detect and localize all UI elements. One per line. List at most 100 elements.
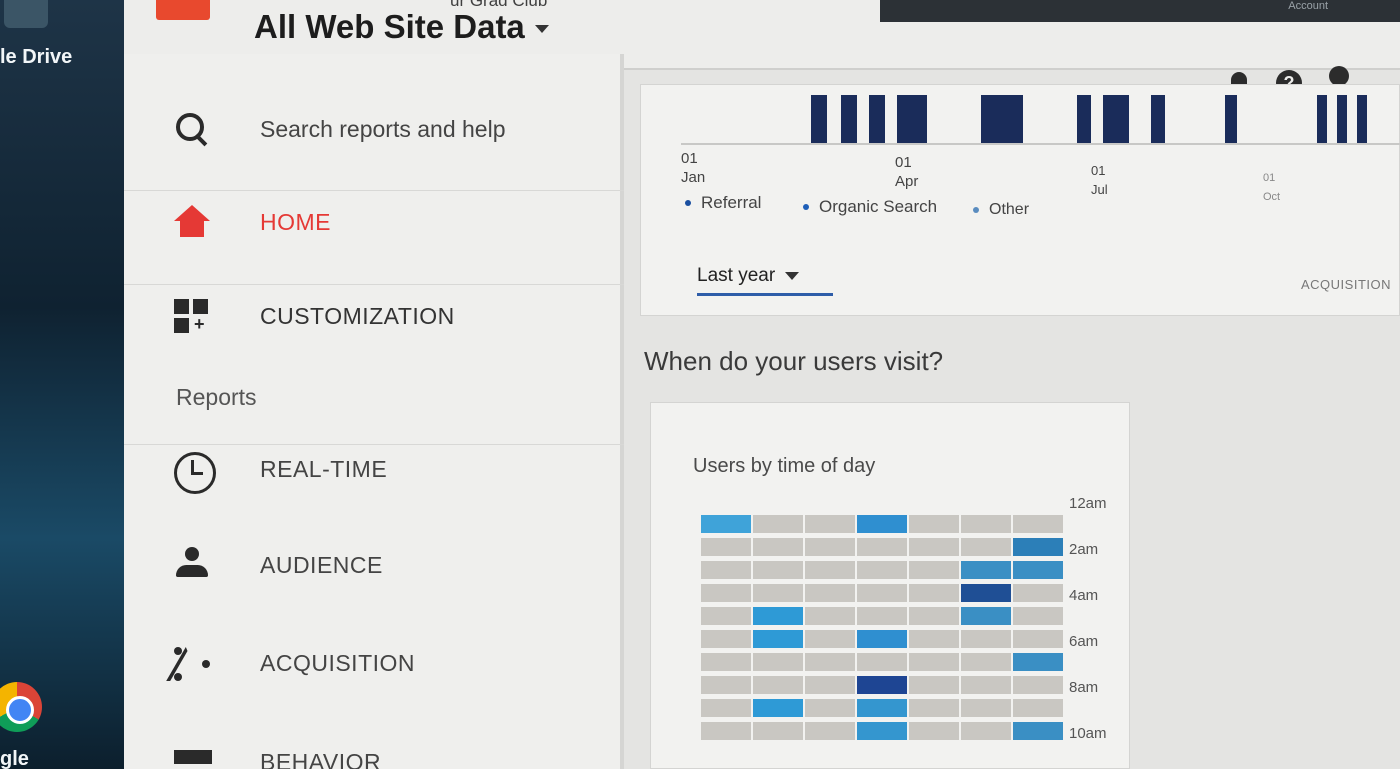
heatmap-cell	[753, 515, 803, 533]
x-tick-month: Jul	[1091, 182, 1108, 197]
acquisition-icon	[172, 643, 212, 683]
timeline-bar	[981, 95, 1023, 143]
heatmap-cell	[1013, 699, 1063, 717]
heatmap-cell	[857, 722, 907, 740]
chrome-icon[interactable]	[0, 682, 42, 732]
hour-label: 8am	[1069, 679, 1099, 696]
heatmap-cell	[805, 607, 855, 625]
heatmap-cell	[753, 630, 803, 648]
heatmap-cell	[909, 515, 959, 533]
sidebar-item-customization[interactable]: + CUSTOMIZATION	[124, 284, 624, 348]
sidebar-item-acquisition[interactable]: ACQUISITION	[124, 638, 624, 688]
x-tick-jul: 01 Jul	[1091, 161, 1108, 199]
heatmap-cell	[1013, 538, 1063, 556]
heatmap-cell	[961, 630, 1011, 648]
heatmap-cell	[857, 676, 907, 694]
legend-other: Other	[973, 201, 1029, 219]
timeline-bar	[1357, 95, 1367, 143]
heatmap-cell	[857, 630, 907, 648]
sidebar: Search reports and help HOME + CUSTOMIZA…	[124, 54, 624, 769]
heatmap-cell	[701, 607, 751, 625]
account-link[interactable]: Account	[1288, 0, 1328, 12]
heatmap-cell	[1013, 676, 1063, 694]
heatmap-cell	[857, 699, 907, 717]
timeline-bar	[1151, 95, 1165, 143]
acquisition-timeline-card: 01 Jan 01 Apr 01 Jul 01 Oct Referral Org	[640, 84, 1400, 316]
sidebar-item-label: CUSTOMIZATION	[260, 303, 455, 329]
heatmap-cell	[1013, 515, 1063, 533]
heatmap-cell	[857, 561, 907, 579]
heatmap-cell	[1013, 630, 1063, 648]
sidebar-item-realtime[interactable]: REAL-TIME	[124, 444, 624, 494]
heatmap-cell	[1013, 722, 1063, 740]
legend-label: Organic Search	[819, 197, 938, 216]
timeline-bar	[869, 95, 885, 143]
heatmap-cell	[701, 722, 751, 740]
heatmap-cell	[909, 538, 959, 556]
heatmap-cell	[1013, 561, 1063, 579]
chevron-down-icon	[534, 25, 549, 34]
heatmap-cell	[805, 515, 855, 533]
search-reports[interactable]: Search reports and help	[124, 94, 624, 164]
property-selector[interactable]: All Web Site Data	[254, 8, 549, 46]
legend-dot	[973, 207, 979, 213]
x-tick-day: 01	[1091, 163, 1106, 178]
sidebar-item-audience[interactable]: AUDIENCE	[124, 540, 624, 590]
sidebar-item-label: ACQUISITION	[260, 649, 416, 676]
analytics-logo[interactable]	[156, 0, 210, 20]
legend-dot	[803, 204, 809, 210]
date-range-dropdown[interactable]: Last year	[697, 265, 833, 296]
heatmap-cell	[909, 699, 959, 717]
search-input[interactable]: Search reports and help	[260, 116, 506, 143]
heatmap-cell	[805, 630, 855, 648]
heatmap-cell	[701, 699, 751, 717]
heatmap-cell	[805, 584, 855, 602]
heatmap-cell	[961, 538, 1011, 556]
timeline-bar	[811, 95, 827, 143]
legend-label: Other	[989, 201, 1030, 218]
hour-label: 4am	[1069, 587, 1099, 604]
desktop-google-label[interactable]: gle	[0, 748, 29, 769]
person-icon	[172, 545, 212, 585]
sidebar-item-home[interactable]: HOME	[124, 190, 624, 254]
legend-label: Referral	[701, 193, 762, 212]
x-tick-apr: 01 Apr	[895, 153, 918, 191]
property-title: All Web Site Data	[254, 8, 525, 45]
heatmap-cell	[857, 653, 907, 671]
timeline-axis	[681, 143, 1400, 145]
desktop-shortcut-icon[interactable]	[4, 0, 48, 28]
desktop-drive-label[interactable]: le Drive	[0, 46, 72, 69]
home-icon	[172, 203, 212, 243]
heatmap-cell	[909, 630, 959, 648]
x-tick-month: Oct	[1263, 191, 1281, 203]
heatmap-cell	[701, 515, 751, 533]
heatmap-cell	[701, 630, 751, 648]
heatmap-cell	[701, 676, 751, 694]
heatmap-cell	[753, 561, 803, 579]
timeline-bar	[1225, 95, 1237, 143]
heatmap-cell	[961, 653, 1011, 671]
heatmap-cell	[961, 584, 1011, 602]
heatmap-cell	[701, 538, 751, 556]
heatmap-cell	[961, 607, 1011, 625]
heatmap-cell	[805, 561, 855, 579]
search-icon	[172, 109, 212, 149]
heatmap-cell	[1013, 653, 1063, 671]
heatmap-cell	[805, 699, 855, 717]
heatmap-cell	[857, 584, 907, 602]
behavior-icon	[172, 750, 212, 769]
heatmap-cell	[857, 515, 907, 533]
sidebar-item-behavior[interactable]: BEHAVIOR	[124, 742, 624, 769]
heatmap-cell	[961, 561, 1011, 579]
sidebar-item-label: BEHAVIOR	[260, 748, 382, 769]
acquisition-report-link[interactable]: ACQUISITION	[1301, 277, 1391, 292]
timeline-bar	[1077, 95, 1091, 143]
analytics-window: Account ur Grad Club All Web Site Data ?…	[124, 0, 1400, 769]
main-content: 01 Jan 01 Apr 01 Jul 01 Oct Referral Org	[624, 72, 1400, 769]
section-heading: When do your users visit?	[644, 346, 944, 376]
x-tick-day: 01	[1263, 172, 1276, 184]
heatmap-cell	[1013, 584, 1063, 602]
hour-label: 6am	[1069, 633, 1099, 650]
x-tick-month: Jan	[681, 169, 706, 186]
hour-label: 12am	[1069, 495, 1107, 512]
